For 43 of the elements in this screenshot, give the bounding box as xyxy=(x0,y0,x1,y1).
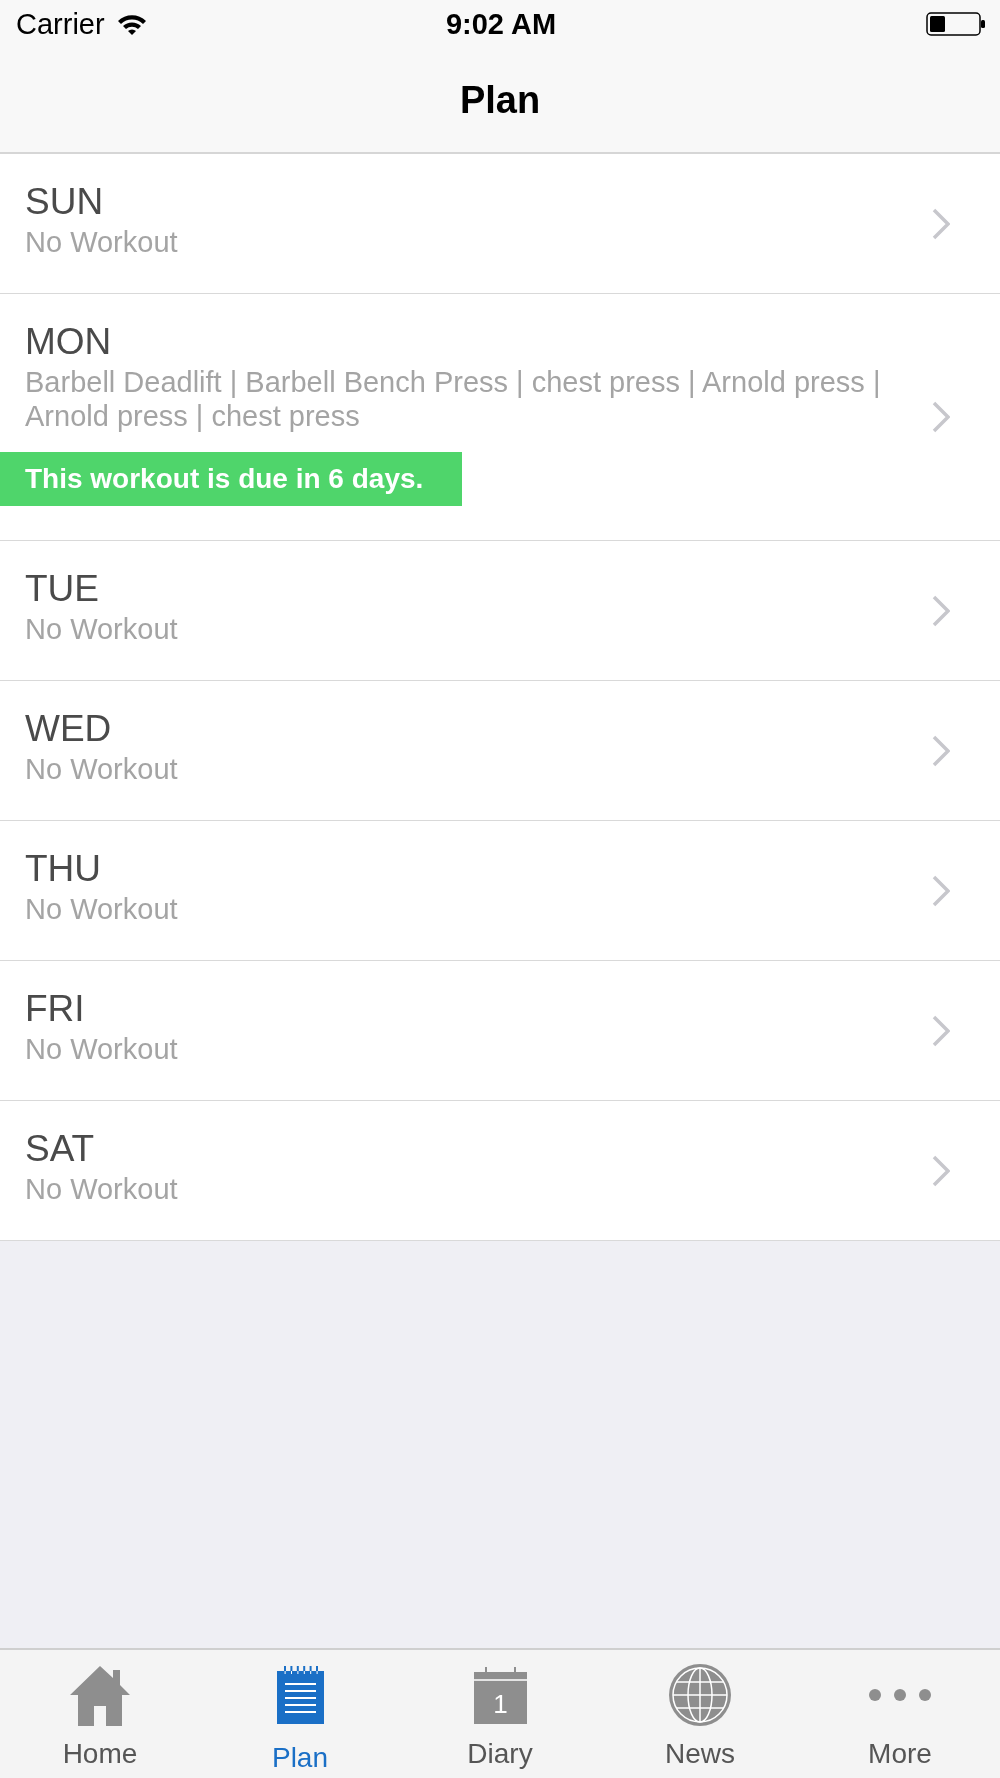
chevron-right-icon xyxy=(932,401,950,433)
workout-summary: Barbell Deadlift | Barbell Bench Press | chest press | Arnold press | Arnold press | chest press xyxy=(25,365,882,433)
workout-summary: No Workout xyxy=(25,892,178,926)
tab-button[interactable]: More xyxy=(800,1650,1000,1778)
tab-button[interactable]: News xyxy=(600,1650,800,1778)
tab-button[interactable]: 1 Diary xyxy=(400,1650,600,1778)
workout-summary: No Workout xyxy=(25,752,178,786)
time-label: 9:02 AM xyxy=(445,7,557,41)
globe-icon xyxy=(669,1664,731,1726)
chevron-right-icon xyxy=(932,874,950,907)
workout-summary: No Workout xyxy=(25,612,178,646)
carrier-label: Carrier xyxy=(16,7,105,41)
day-label: THU xyxy=(25,847,102,891)
wifi-icon xyxy=(116,13,147,35)
house-icon xyxy=(69,1664,131,1726)
battery-icon xyxy=(926,12,986,36)
day-row[interactable]: FRI No Workout xyxy=(0,961,1000,1101)
chevron-right-icon xyxy=(932,1154,950,1187)
tab-button[interactable]: Plan xyxy=(200,1650,400,1778)
day-row[interactable]: MON Barbell Deadlift | Barbell Bench Press | chest press | Arnold press | Arnold press | chest press This workout is due in 6 days. xyxy=(0,294,1000,541)
chevron-right-icon xyxy=(932,734,950,767)
day-row[interactable]: TUE No Workout xyxy=(0,541,1000,681)
tab-button[interactable]: Home xyxy=(0,1650,200,1778)
day-label: SUN xyxy=(25,180,104,224)
chevron-right-icon xyxy=(932,1014,950,1047)
workout-summary: No Workout xyxy=(25,1172,178,1206)
day-row[interactable]: SUN No Workout xyxy=(0,154,1000,294)
day-row[interactable]: WED No Workout xyxy=(0,681,1000,821)
chevron-right-icon xyxy=(932,594,950,627)
notepad-icon xyxy=(276,1666,324,1724)
day-label: TUE xyxy=(25,567,99,611)
screen-title: Plan xyxy=(459,78,541,122)
due-notice: This workout is due in 6 days. xyxy=(0,452,462,506)
workout-summary: No Workout xyxy=(25,1032,178,1066)
day-label: FRI xyxy=(25,987,85,1031)
day-label: SAT xyxy=(25,1127,95,1171)
workout-summary: No Workout xyxy=(25,225,178,259)
day-label: MON xyxy=(25,320,112,364)
chevron-right-icon xyxy=(932,207,950,240)
day-row[interactable]: THU No Workout xyxy=(0,821,1000,961)
day-label: WED xyxy=(25,707,112,751)
day-row[interactable]: SAT No Workout xyxy=(0,1101,1000,1241)
more-dots-icon xyxy=(869,1689,931,1701)
